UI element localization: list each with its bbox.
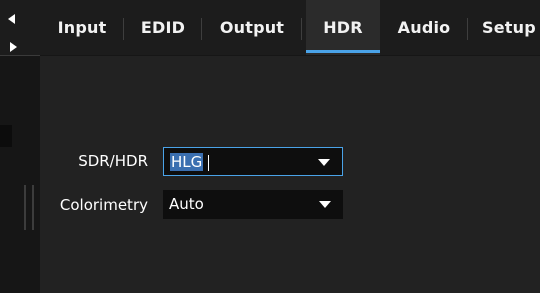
- left-grip-line: [24, 185, 26, 230]
- tab-label: EDID: [140, 18, 186, 37]
- tab-scroll-area: [0, 0, 40, 55]
- tab-setup[interactable]: Setup: [468, 0, 540, 55]
- sdr-hdr-select[interactable]: HLG: [163, 147, 343, 176]
- colorimetry-label: Colorimetry: [59, 196, 148, 214]
- tab-label: HDR: [323, 18, 363, 37]
- colorimetry-select[interactable]: Auto: [163, 190, 343, 219]
- chevron-down-icon[interactable]: [319, 201, 331, 208]
- active-tab-indicator: [306, 50, 380, 53]
- tab-audio[interactable]: Audio: [380, 0, 468, 55]
- tab-label: Output: [219, 18, 285, 37]
- sdr-hdr-value-text: HLG: [171, 153, 203, 171]
- left-strip: [0, 0, 40, 293]
- tab-input[interactable]: Input: [40, 0, 124, 55]
- left-grip-line: [32, 185, 34, 230]
- tab-scroll-left-icon[interactable]: [8, 14, 15, 24]
- colorimetry-value: Auto: [169, 195, 204, 213]
- left-divider: [0, 55, 40, 56]
- text-cursor: [208, 155, 209, 171]
- sdr-hdr-value: HLG: [170, 153, 204, 171]
- tab-label: Setup: [482, 18, 536, 37]
- left-notch: [0, 125, 12, 147]
- tab-scroll-right-icon[interactable]: [10, 42, 17, 52]
- tab-label: Audio: [397, 18, 451, 37]
- tab-bar: Input EDID Output HDR Audio Setup: [40, 0, 540, 55]
- sdr-hdr-label: SDR/HDR: [78, 152, 148, 170]
- hdr-settings-panel: SDR/HDR HLG Colorimetry Auto: [40, 56, 540, 293]
- device-settings-window: Input EDID Output HDR Audio Setup SDR/HD…: [0, 0, 540, 293]
- tab-output[interactable]: Output: [202, 0, 302, 55]
- chevron-down-icon[interactable]: [318, 159, 330, 166]
- tab-divider: [301, 18, 302, 40]
- tab-label: Input: [57, 18, 107, 37]
- tab-edid[interactable]: EDID: [124, 0, 202, 55]
- tab-hdr[interactable]: HDR: [306, 0, 380, 55]
